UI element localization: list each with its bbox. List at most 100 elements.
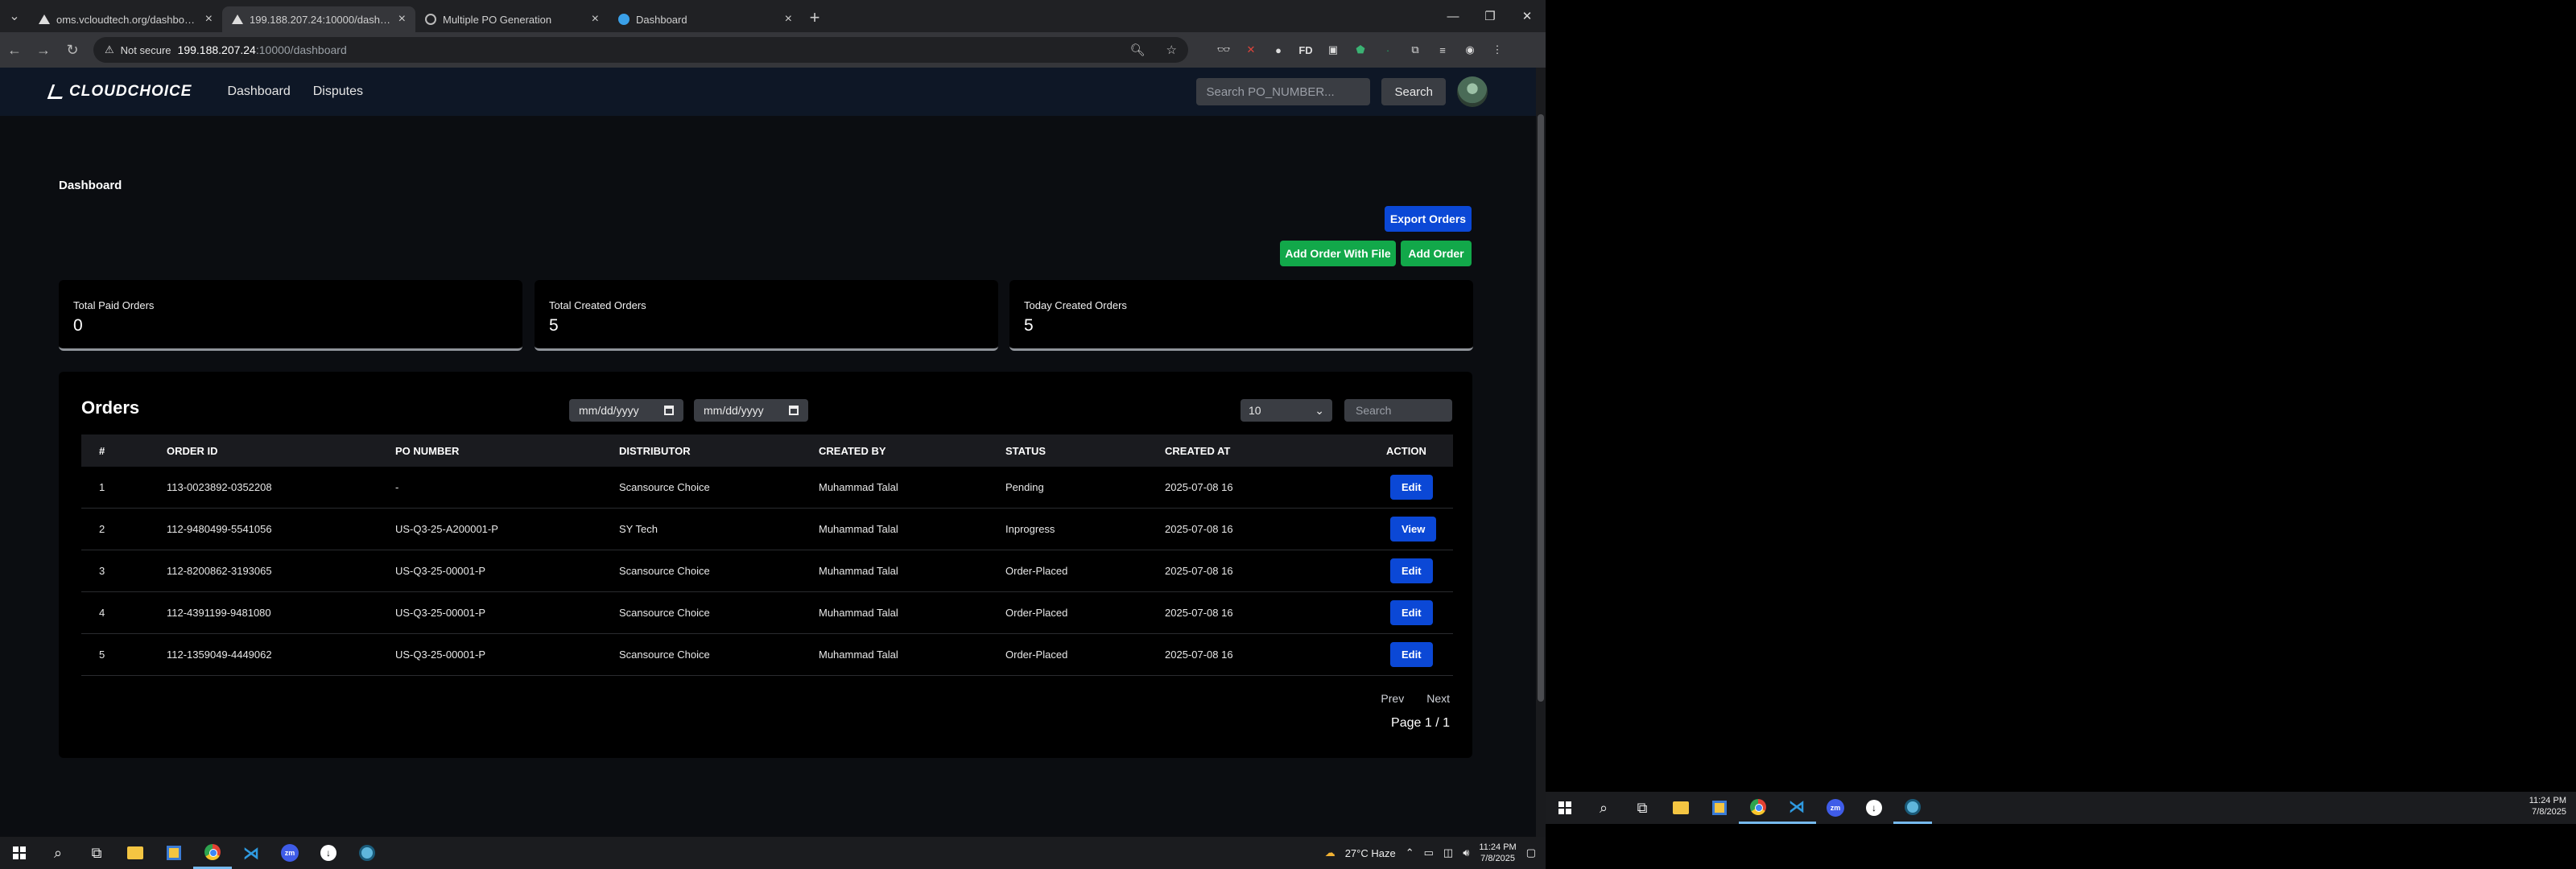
close-icon[interactable]: × — [398, 12, 406, 27]
po-number-cell: - — [395, 481, 399, 493]
prev-page-button[interactable]: Prev — [1381, 692, 1404, 705]
extension-image-icon[interactable]: ▣ — [1325, 42, 1341, 58]
edit-button[interactable]: Edit — [1390, 475, 1433, 500]
extension-x-icon[interactable]: ✕ — [1243, 42, 1259, 58]
extensions-puzzle-icon[interactable]: ⧉ — [1407, 42, 1423, 58]
edit-button[interactable]: Edit — [1390, 558, 1433, 583]
close-icon[interactable]: × — [205, 12, 213, 27]
download-app-icon[interactable]: ↓ — [309, 837, 348, 869]
page-size-select[interactable]: 10 ⌄ — [1241, 399, 1332, 422]
weather-icon[interactable]: ☁ — [1325, 846, 1335, 859]
download-app-icon[interactable]: ↓ — [1855, 792, 1893, 824]
notifications-icon[interactable]: ▢ — [1526, 846, 1536, 859]
column-header: ORDER ID — [167, 444, 218, 457]
store-icon[interactable] — [155, 837, 193, 869]
next-page-button[interactable]: Next — [1426, 692, 1450, 705]
tab-dashboard[interactable]: Dashboard × — [609, 6, 802, 32]
warning-icon[interactable]: ⚠ — [105, 43, 114, 56]
security-label[interactable]: Not secure — [121, 44, 171, 56]
calendar-icon[interactable] — [664, 406, 674, 415]
reload-icon[interactable]: ↻ — [58, 42, 87, 59]
store-icon[interactable] — [1700, 792, 1739, 824]
avatar[interactable] — [1457, 76, 1488, 107]
new-tab-button[interactable]: + — [802, 7, 828, 28]
file-explorer-icon[interactable] — [1662, 792, 1700, 824]
secondary-clock[interactable]: 11:24 PM 7/8/2025 — [2529, 795, 2566, 818]
minimize-icon[interactable]: — — [1435, 0, 1472, 32]
start-windows-icon[interactable] — [1546, 792, 1584, 824]
nav-disputes[interactable]: Disputes — [313, 84, 363, 99]
search-icon[interactable]: ⌕ — [39, 837, 77, 869]
view-button[interactable]: View — [1390, 517, 1437, 542]
table-row: 5 112-1359049-4449062 US-Q3-25-00001-P S… — [81, 634, 1453, 676]
action-cell: View — [1370, 517, 1453, 542]
tab-search-icon[interactable]: ⌄ — [0, 0, 29, 32]
stat-card-created: Total Created Orders 5 — [535, 280, 998, 351]
back-icon[interactable]: ← — [0, 42, 29, 59]
distributor-cell: Scansource Choice — [619, 481, 710, 493]
column-header: DISTRIBUTOR — [619, 444, 691, 457]
profile-icon[interactable]: ◉ — [1462, 42, 1478, 58]
network-icon[interactable]: ◫ — [1443, 846, 1453, 859]
extension-glasses-icon[interactable]: 👓︎ — [1216, 42, 1232, 58]
row-number: 3 — [99, 565, 105, 577]
date-to-input[interactable]: mm/dd/yyyy — [694, 399, 808, 422]
tab-multiple-po[interactable]: Multiple PO Generation × — [415, 6, 609, 32]
bookmark-star-icon[interactable]: ☆ — [1166, 43, 1177, 57]
edit-button[interactable]: Edit — [1390, 600, 1433, 625]
task-view-icon[interactable]: ⧉ — [77, 837, 116, 869]
media-icon[interactable]: ≡ — [1435, 42, 1451, 58]
orders-title: Orders — [81, 397, 140, 418]
zoom-icon[interactable]: 🔍︎ — [1130, 43, 1146, 57]
po-search-input[interactable] — [1196, 78, 1371, 105]
chevron-up-icon[interactable]: ⌃ — [1406, 846, 1414, 859]
edit-button[interactable]: Edit — [1390, 642, 1433, 667]
vscode-icon[interactable]: ⋊ — [1777, 792, 1816, 824]
tab-dashboard-ip[interactable]: 199.188.207.24:10000/dashboard × — [222, 6, 415, 32]
extension-shield-icon[interactable]: ⬟ — [1352, 42, 1368, 58]
weather-text[interactable]: 27°C Haze — [1345, 847, 1396, 859]
export-orders-button[interactable]: Export Orders — [1385, 206, 1472, 232]
app-circle-icon[interactable] — [1893, 792, 1932, 824]
vscode-icon[interactable]: ⋊ — [232, 837, 270, 869]
start-windows-icon[interactable] — [0, 837, 39, 869]
zoom-app-icon[interactable]: zm — [270, 837, 309, 869]
tab-oms[interactable]: oms.vcloudtech.org/dashboard × — [29, 6, 222, 32]
search-icon[interactable]: ⌕ — [1584, 792, 1623, 824]
close-icon[interactable]: × — [785, 12, 792, 27]
scrollbar-thumb[interactable] — [1538, 114, 1544, 702]
system-tray: ☁ 27°C Haze ⌃ ▭ ◫ 🔊︎ 11:24 PM 7/8/2025 ▢ — [1325, 837, 1546, 869]
task-view-icon[interactable]: ⧉ — [1623, 792, 1662, 824]
search-button[interactable]: Search — [1381, 78, 1446, 105]
close-window-icon[interactable]: ✕ — [1509, 0, 1546, 32]
url-path: :10000/dashboard — [255, 43, 347, 56]
date-from-input[interactable]: mm/dd/yyyy — [569, 399, 683, 422]
orders-search-input[interactable] — [1344, 399, 1452, 422]
add-order-button[interactable]: Add Order — [1401, 241, 1472, 266]
taskbar-clock[interactable]: 11:24 PM 7/8/2025 — [1479, 842, 1516, 864]
stat-value: 5 — [549, 316, 559, 335]
battery-icon[interactable]: ▭ — [1424, 846, 1434, 859]
restore-icon[interactable]: ❐ — [1472, 0, 1509, 32]
chrome-icon[interactable] — [193, 837, 232, 869]
chrome-icon[interactable] — [1739, 792, 1777, 824]
extension-fd-icon[interactable]: FD — [1298, 42, 1314, 58]
file-explorer-icon[interactable] — [116, 837, 155, 869]
brand-logo[interactable]: CLOUDCHOICE — [47, 83, 192, 101]
calendar-icon[interactable] — [789, 406, 799, 415]
zoom-app-icon[interactable]: zm — [1816, 792, 1855, 824]
forward-icon[interactable]: → — [29, 42, 58, 59]
po-number-cell: US-Q3-25-A200001-P — [395, 523, 498, 535]
nav-dashboard[interactable]: Dashboard — [227, 84, 290, 99]
address-bar[interactable]: ⚠ Not secure 199.188.207.24 :10000/dashb… — [93, 37, 1188, 63]
page-info: Page 1 / 1 — [1391, 716, 1450, 730]
menu-kebab-icon[interactable]: ⋮ — [1489, 42, 1505, 58]
app-circle-icon[interactable] — [348, 837, 386, 869]
close-icon[interactable]: × — [592, 12, 599, 27]
extension-circle-icon[interactable]: ● — [1270, 42, 1286, 58]
created-at-cell: 2025-07-08 16 — [1165, 565, 1233, 577]
page-scrollbar[interactable] — [1536, 68, 1546, 837]
extension-dot-icon[interactable]: · — [1380, 42, 1396, 58]
volume-icon[interactable]: 🔊︎ — [1463, 846, 1469, 859]
add-order-with-file-button[interactable]: Add Order With File — [1280, 241, 1396, 266]
